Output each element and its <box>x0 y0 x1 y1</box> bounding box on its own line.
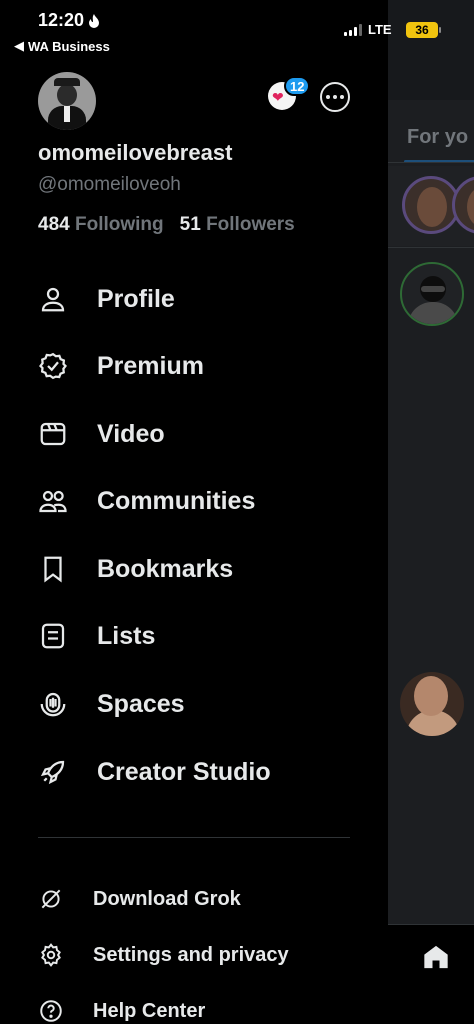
home-icon[interactable] <box>422 943 450 971</box>
flame-icon <box>89 13 100 28</box>
menu-label: Creator Studio <box>97 757 271 786</box>
more-options-button[interactable] <box>320 82 350 112</box>
divider <box>388 247 474 248</box>
post-author-avatar[interactable] <box>400 262 464 326</box>
heart-icon: ❤ <box>272 89 284 105</box>
menu-label: Lists <box>97 621 156 650</box>
divider <box>38 837 350 838</box>
menu-label: Bookmarks <box>97 554 234 583</box>
menu-label: Premium <box>97 351 204 380</box>
menu-label: Help Center <box>93 999 206 1022</box>
grok-icon <box>41 889 61 909</box>
menu-item-bookmarks[interactable]: Bookmarks <box>38 549 233 589</box>
battery-level: 36 <box>415 23 429 37</box>
people-icon <box>39 490 67 513</box>
gear-icon <box>41 943 61 967</box>
menu-label: Spaces <box>97 689 185 718</box>
menu-item-help-center[interactable]: Help Center <box>38 995 205 1024</box>
navigation-drawer: 12:20 ◀ WA Business LTE 36 ❤ 12 omomeilo… <box>0 0 441 1024</box>
background-timeline[interactable]: For yo <box>388 0 474 1024</box>
back-to-app[interactable]: ◀ WA Business <box>14 38 110 54</box>
help-icon <box>40 1000 62 1022</box>
menu-item-profile[interactable]: Profile <box>38 279 175 319</box>
battery-icon: 36 <box>406 22 438 38</box>
following-label: Following <box>74 214 164 235</box>
menu-label: Settings and privacy <box>93 943 289 966</box>
background-header <box>388 0 474 100</box>
back-arrow-icon: ◀ <box>14 38 24 53</box>
tab-for-you[interactable]: For yo <box>407 126 468 149</box>
signal-icon <box>344 23 362 36</box>
menu-item-creator-studio[interactable]: Creator Studio <box>38 752 271 792</box>
follow-stats: 484 Following 51 Followers <box>38 214 295 236</box>
menu-label: Download Grok <box>93 887 241 910</box>
dot <box>333 95 337 99</box>
avatar[interactable] <box>38 72 96 130</box>
following-link[interactable]: 484 Following <box>38 214 164 236</box>
dot <box>326 95 330 99</box>
post-author-avatar[interactable] <box>400 672 464 736</box>
divider <box>388 162 474 163</box>
verified-badge-icon <box>39 352 67 380</box>
followers-link[interactable]: 51 Followers <box>180 214 295 236</box>
dot <box>340 95 344 99</box>
menu-item-communities[interactable]: Communities <box>38 481 255 521</box>
menu-label: Video <box>97 419 165 448</box>
bottom-nav <box>388 924 474 1024</box>
menu-item-video[interactable]: Video <box>38 414 165 454</box>
following-count: 484 <box>38 214 70 235</box>
menu-item-download-grok[interactable]: Download Grok <box>38 883 241 915</box>
notification-badge: 12 <box>284 76 311 96</box>
person-icon <box>41 287 65 312</box>
back-app-label: WA Business <box>28 38 110 54</box>
display-name[interactable]: omomeilovebreast <box>38 140 232 166</box>
menu-item-premium[interactable]: Premium <box>38 346 204 386</box>
menu-item-spaces[interactable]: Spaces <box>38 684 185 724</box>
followers-label: Followers <box>206 214 295 235</box>
menu-label: Communities <box>97 486 256 515</box>
network-type: LTE <box>368 22 392 37</box>
menu-label: Profile <box>97 284 175 313</box>
menu-item-lists[interactable]: Lists <box>38 616 155 656</box>
followers-count: 51 <box>179 214 201 235</box>
video-icon <box>40 422 66 446</box>
list-icon <box>41 623 65 649</box>
status-time: 12:20 <box>38 10 100 31</box>
spaces-icon <box>40 692 66 717</box>
user-handle: @omomeiloveoh <box>38 174 181 195</box>
menu-item-settings[interactable]: Settings and privacy <box>38 939 289 971</box>
status-time-text: 12:20 <box>38 10 85 30</box>
battery-nub <box>439 27 441 33</box>
status-indicators: LTE <box>344 22 392 37</box>
bookmark-icon <box>44 556 62 583</box>
rocket-icon <box>40 760 65 785</box>
